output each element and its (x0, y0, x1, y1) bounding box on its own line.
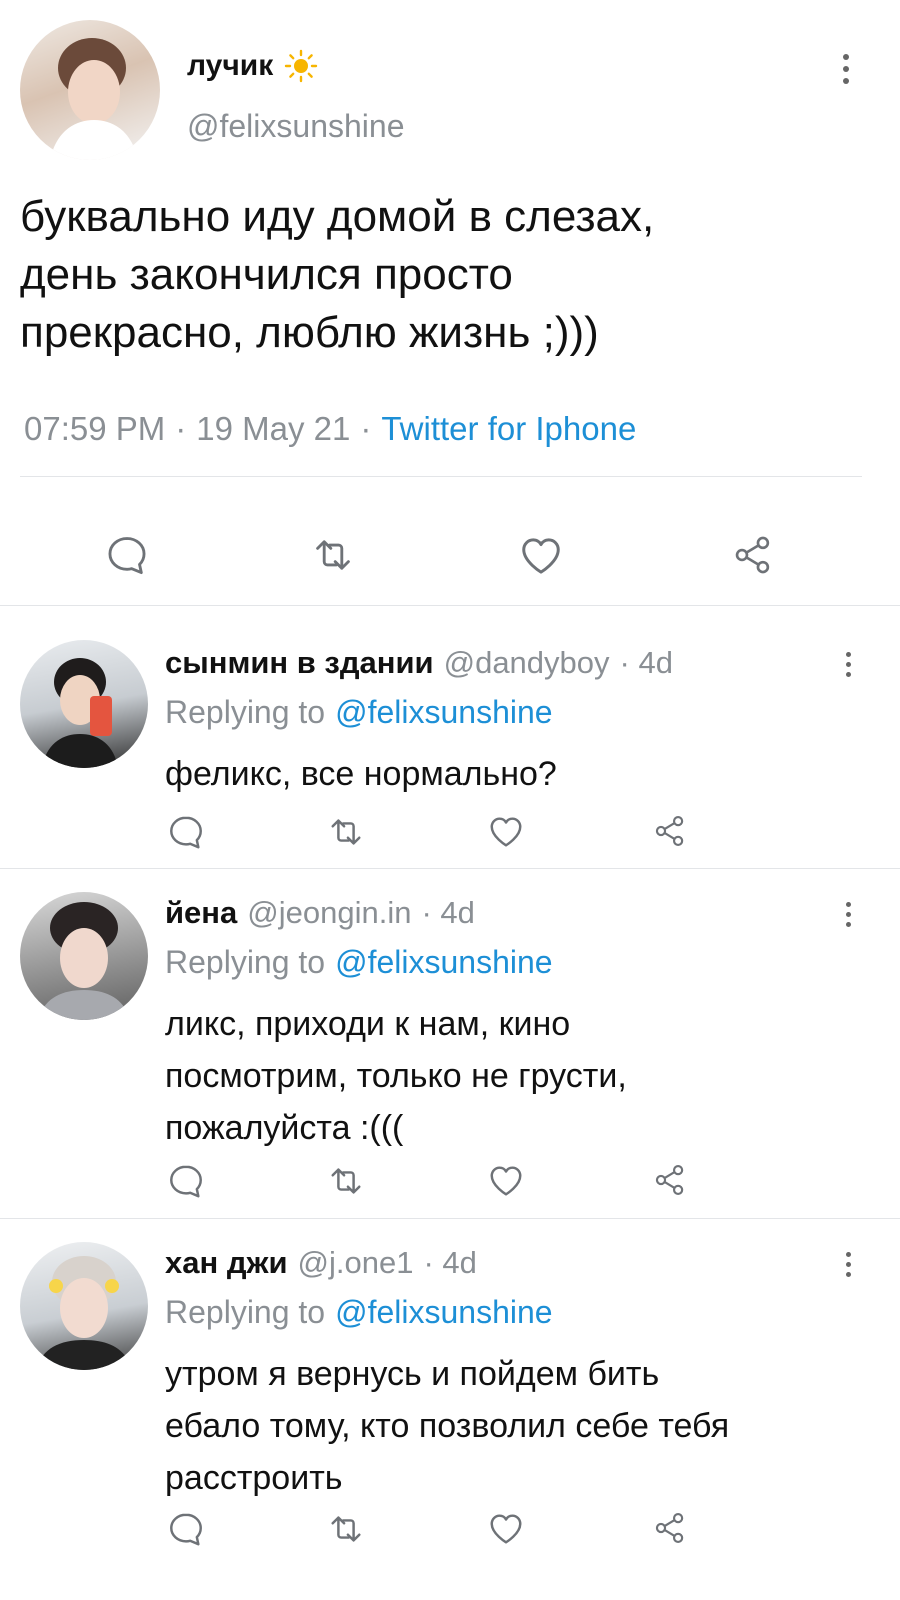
replying-to-label: Replying to (165, 944, 326, 980)
reply-text: ликс, приходи к нам, кино посмотрим, тол… (165, 998, 627, 1154)
reply-text-line: пожалуйста :((( (165, 1109, 404, 1147)
avatar-image (50, 38, 138, 160)
retweet-icon[interactable] (327, 1162, 365, 1200)
share-icon[interactable] (652, 813, 688, 849)
tweet-text: буквально иду домой в слезах, день закон… (20, 188, 654, 362)
more-options-icon[interactable] (842, 902, 854, 927)
replying-to-link[interactable]: @felixsunshine (335, 944, 552, 981)
retweet-icon[interactable] (311, 533, 355, 577)
like-icon[interactable] (487, 813, 525, 851)
tweet-source[interactable]: Twitter for Iphone (381, 410, 636, 448)
replying-to-link[interactable]: @felixsunshine (335, 694, 552, 731)
share-icon[interactable] (652, 1162, 688, 1198)
more-options-icon[interactable] (840, 54, 852, 84)
tweet-text-line: буквально иду домой в слезах, (20, 192, 655, 241)
reply-text-line: посмотрим, только не грусти, (165, 1057, 627, 1095)
meta-separator: · (360, 410, 372, 447)
meta-separator: · (175, 410, 187, 447)
like-icon[interactable] (518, 533, 564, 579)
reply-icon[interactable] (167, 1510, 205, 1548)
more-options-icon[interactable] (842, 652, 854, 677)
more-options-icon[interactable] (842, 1252, 854, 1277)
share-icon[interactable] (652, 1510, 688, 1546)
display-name[interactable]: лучик (187, 49, 273, 83)
like-icon[interactable] (487, 1162, 525, 1200)
reply-icon[interactable] (167, 813, 205, 851)
share-icon[interactable] (731, 533, 775, 577)
avatar[interactable] (20, 640, 148, 768)
reply-text: феликс, все нормально? (165, 748, 557, 800)
divider (0, 1218, 900, 1219)
handle[interactable]: @j.one1 (298, 1245, 414, 1281)
replying-to-label: Replying to (165, 1294, 326, 1330)
display-name[interactable]: сынмин в здании (165, 645, 434, 681)
avatar-image (36, 1256, 132, 1370)
avatar-image (42, 658, 118, 768)
divider (0, 868, 900, 869)
display-name[interactable]: хан джи (165, 1245, 288, 1281)
replying-to-link[interactable]: @felixsunshine (335, 1294, 552, 1331)
reply-text-line: утром я вернусь и пойдем бить (165, 1355, 660, 1393)
tweet-text-line: день закончился просто (20, 250, 513, 299)
tweet-time: 07:59 PM (24, 410, 166, 447)
meta-divider (20, 476, 862, 477)
tweet-meta: 07:59 PM · 19 May 21 · Twitter for Iphon… (24, 410, 636, 448)
reply-text-line: ликс, приходи к нам, кино (165, 1005, 571, 1043)
reply-text-line: феликс, все нормально? (165, 755, 557, 793)
reply-text-line: ебало тому, кто позволил себе тебя (165, 1407, 730, 1445)
timestamp: · 4d (423, 1245, 477, 1280)
like-icon[interactable] (487, 1510, 525, 1548)
avatar[interactable] (20, 1242, 148, 1370)
tweet-text-line: прекрасно, люблю жизнь ;))) (20, 308, 599, 357)
handle[interactable]: @jeongin.in (247, 895, 411, 931)
reply-icon[interactable] (167, 1162, 205, 1200)
reply-icon[interactable] (105, 533, 149, 577)
handle[interactable]: @dandyboy (444, 645, 610, 681)
retweet-icon[interactable] (327, 813, 365, 851)
timestamp: · 4d (421, 895, 475, 930)
tweet-date: 19 May 21 (196, 410, 351, 447)
handle[interactable]: @felixsunshine (187, 108, 404, 145)
reply-text: утром я вернусь и пойдем бить ебало тому… (165, 1348, 729, 1504)
divider (0, 605, 900, 606)
avatar[interactable] (20, 892, 148, 1020)
avatar-image (38, 902, 130, 1020)
reply-text-line: расстроить (165, 1459, 343, 1497)
replying-to-label: Replying to (165, 694, 326, 730)
display-name[interactable]: йена (165, 895, 237, 931)
sun-icon (285, 49, 318, 83)
retweet-icon[interactable] (327, 1510, 365, 1548)
avatar[interactable] (20, 20, 160, 160)
timestamp: · 4d (619, 645, 673, 680)
